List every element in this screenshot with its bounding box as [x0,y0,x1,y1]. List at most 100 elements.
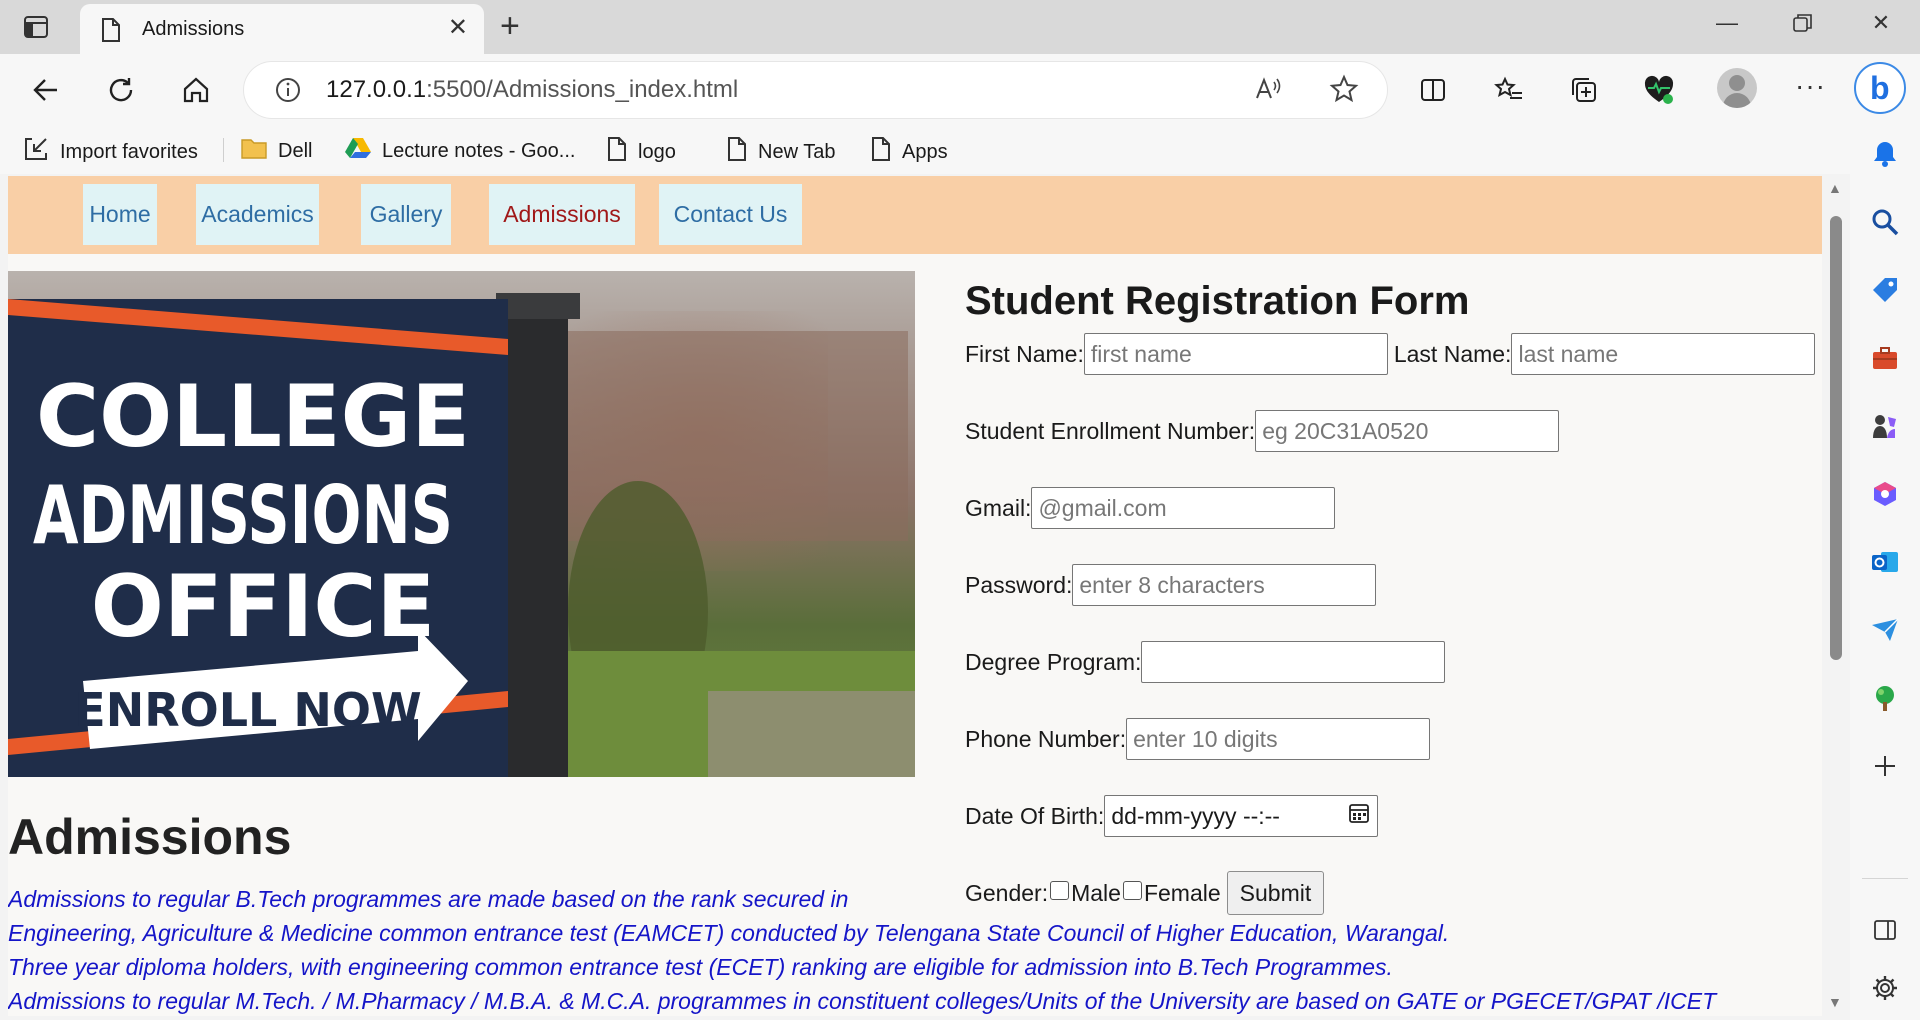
phone-row: Phone Number: [965,718,1431,760]
nav-contact-us[interactable]: Contact Us [659,184,802,245]
admissions-description: Admissions to regular B.Tech programmes … [8,882,1808,1016]
browser-toolbar: 127.0.0.1:5500/Admissions_index.html ···… [0,54,1920,174]
nav-admissions[interactable]: Admissions [489,184,635,245]
url-path: :5500/Admissions_index.html [426,76,739,103]
browser-tab[interactable]: Admissions ✕ [80,4,484,54]
male-checkbox[interactable] [1050,880,1070,900]
url-host: 127.0.0.1 [326,76,427,103]
admissions-line: Engineering, Agriculture & Medicine comm… [8,920,1450,946]
admissions-hero-image: COLLEGE ADMISSIONS OFFICE ENROLL NOW [8,271,915,777]
hero-line-office: OFFICE [91,557,435,657]
gender-row: Gender: Male Female Submit [965,871,1325,915]
close-window-button[interactable]: ✕ [1866,10,1896,36]
form-title: Student Registration Form [965,279,1470,323]
page-scrollbar[interactable]: ▲ ▼ [1824,176,1846,1016]
page-icon [870,136,892,168]
calendar-icon[interactable] [1347,801,1371,831]
first-name-input[interactable] [1083,333,1388,375]
bing-chat-button[interactable]: b [1854,62,1906,114]
dob-input[interactable]: dd-mm-yyyy --:-- [1104,795,1379,837]
address-bar[interactable]: 127.0.0.1:5500/Admissions_index.html [244,62,1387,118]
admissions-line: Admissions to regular M.Tech. / M.Pharma… [8,988,1717,1014]
profile-avatar[interactable] [1717,68,1757,108]
enrollment-input[interactable] [1255,410,1560,452]
nav-gallery[interactable]: Gallery [361,184,451,245]
bing-icon: b [1870,70,1890,106]
shopping-tag-icon[interactable] [1867,272,1903,308]
search-icon[interactable] [1867,204,1903,240]
outlook-icon[interactable] [1867,544,1903,580]
female-checkbox[interactable] [1122,880,1142,900]
hero-enroll-now: ENROLL NOW [74,683,421,737]
favorite-label: New Tab [758,140,836,163]
games-icon[interactable] [1867,408,1903,444]
degree-row: Degree Program: [965,641,1446,683]
favorite-label: Import favorites [60,140,198,163]
tools-briefcase-icon[interactable] [1867,340,1903,376]
read-aloud-icon[interactable] [1253,74,1283,111]
folder-icon [240,136,268,166]
favorite-import-favorites[interactable]: Import favorites [22,136,198,168]
gender-label: Gender: [965,879,1049,906]
scroll-up-icon[interactable]: ▲ [1828,180,1842,196]
favorite-new-tab[interactable]: New Tab [726,136,835,168]
favorite-dell[interactable]: Dell [240,136,312,166]
favorites-divider [223,138,224,162]
gmail-input[interactable] [1031,487,1336,529]
admissions-heading: Admissions [8,809,292,865]
url-text[interactable]: 127.0.0.1:5500/Admissions_index.html [326,76,738,104]
password-row: Password: [965,564,1377,606]
female-label: Female [1143,879,1221,906]
browser-essentials-icon[interactable] [1637,68,1681,112]
tree-icon[interactable] [1867,680,1903,716]
degree-input[interactable] [1141,641,1446,683]
favorite-logo[interactable]: logo [606,136,676,168]
admissions-line: Three year diploma holders, with enginee… [8,954,1393,980]
settings-gear-icon[interactable] [1867,970,1903,1006]
add-sidebar-app-icon[interactable] [1867,748,1903,784]
submit-button[interactable]: Submit [1226,871,1325,915]
google-drive-icon [344,136,372,166]
degree-label: Degree Program: [965,648,1142,675]
scroll-down-icon[interactable]: ▼ [1828,994,1842,1010]
page-icon [606,136,628,168]
page-icon [726,136,748,168]
favorite-star-icon[interactable] [1329,74,1359,109]
favorite-lecture-notes[interactable]: Lecture notes - Goo... [344,136,575,166]
dob-value: dd-mm-yyyy --:-- [1111,802,1280,829]
send-drop-icon[interactable] [1867,612,1903,648]
collections-icon[interactable] [1562,68,1606,112]
refresh-button[interactable] [99,68,143,112]
admissions-line: Admissions to regular B.Tech programmes … [8,886,849,912]
notifications-icon[interactable] [1867,136,1903,172]
nav-home[interactable]: Home [83,184,157,245]
favorites-list-icon[interactable] [1487,68,1531,112]
enrollment-label: Student Enrollment Number: [965,417,1256,444]
phone-input[interactable] [1126,718,1431,760]
scrollbar-thumb[interactable] [1830,216,1842,660]
tab-strip: Admissions ✕ + — ✕ [0,0,1920,54]
info-icon[interactable] [274,76,302,109]
favorite-apps[interactable]: Apps [870,136,948,168]
site-nav: Home Academics Gallery Admissions Contac… [8,176,1822,254]
back-button[interactable] [24,68,68,112]
favorite-label: Lecture notes - Goo... [382,139,576,162]
male-label: Male [1071,879,1121,906]
hide-sidebar-icon[interactable] [1867,912,1903,948]
new-tab-button[interactable]: + [500,9,520,43]
split-screen-icon[interactable] [1411,68,1455,112]
last-name-input[interactable] [1511,333,1816,375]
first-name-label: First Name: [965,340,1084,367]
favorite-label: Dell [278,139,313,162]
tab-title: Admissions [142,18,245,40]
password-label: Password: [965,571,1073,598]
more-options-icon[interactable]: ··· [1795,70,1826,102]
tab-close-icon[interactable]: ✕ [448,16,468,40]
home-button[interactable] [174,68,218,112]
minimize-button[interactable]: — [1712,10,1742,36]
microsoft365-icon[interactable] [1867,476,1903,512]
restore-button[interactable] [1788,12,1818,40]
password-input[interactable] [1072,564,1377,606]
nav-academics[interactable]: Academics [196,184,319,245]
tab-actions-icon[interactable] [22,13,50,41]
